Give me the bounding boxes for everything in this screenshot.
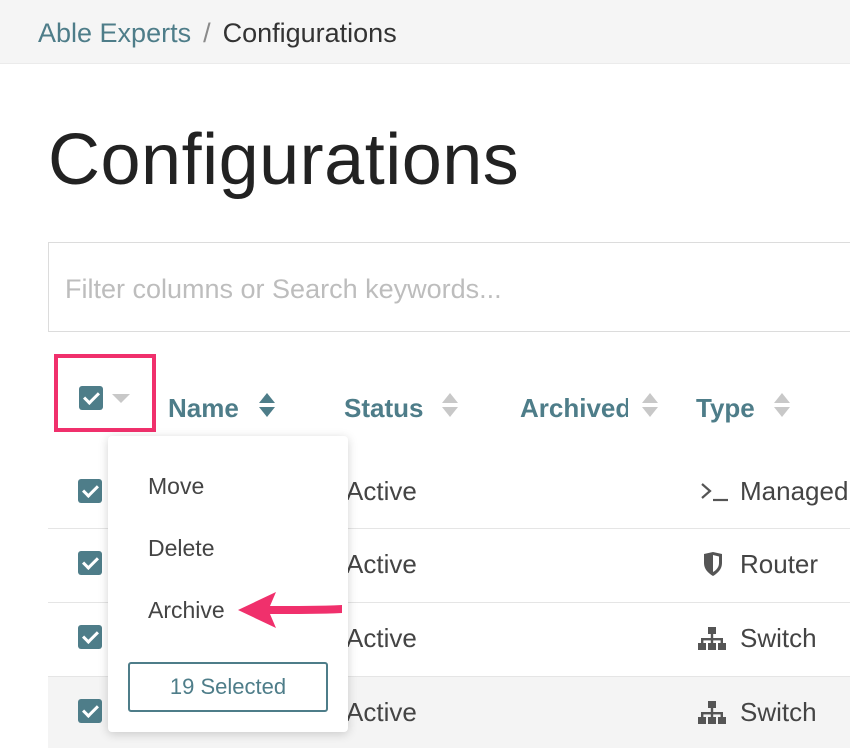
selected-count-button[interactable]: 19 Selected (128, 662, 328, 712)
menu-item-delete[interactable]: Delete (148, 534, 214, 562)
sort-icon[interactable] (441, 393, 459, 423)
chevron-down-icon[interactable] (112, 394, 130, 403)
row-status: Active (346, 697, 417, 727)
row-type: Managed (740, 476, 849, 506)
menu-item-archive[interactable]: Archive (148, 596, 225, 624)
network-icon (698, 701, 726, 730)
sort-icon[interactable] (641, 393, 659, 423)
row-type: Router (740, 549, 819, 579)
sort-icon[interactable] (258, 393, 276, 423)
row-status: Active (346, 623, 417, 653)
row-type: Switch (740, 623, 817, 653)
search-input[interactable] (65, 267, 850, 311)
row-checkbox[interactable] (78, 699, 102, 723)
row-checkbox[interactable] (78, 625, 102, 649)
terminal-icon (700, 481, 730, 508)
row-checkbox[interactable] (78, 551, 102, 575)
column-header-archived[interactable]: Archived (520, 392, 628, 424)
annotation-arrow-icon (238, 592, 342, 628)
breadcrumb-parent-link[interactable]: Able Experts (38, 18, 191, 48)
column-header-type[interactable]: Type (696, 392, 755, 424)
row-status: Active (346, 549, 417, 579)
search-box (48, 242, 850, 332)
shield-icon (702, 551, 724, 582)
breadcrumb: Able Experts / Configurations (38, 17, 397, 49)
page-title: Configurations (48, 120, 520, 200)
network-icon (698, 627, 726, 656)
menu-item-move[interactable]: Move (148, 472, 204, 500)
row-checkbox[interactable] (78, 479, 102, 503)
select-all-highlight (54, 354, 156, 432)
breadcrumb-separator: / (203, 18, 211, 48)
top-bar: Able Experts / Configurations (0, 0, 850, 64)
column-header-status[interactable]: Status (344, 392, 423, 424)
row-type: Switch (740, 697, 817, 727)
sort-icon[interactable] (773, 393, 791, 423)
row-status: Active (346, 476, 417, 506)
select-all-checkbox[interactable] (79, 386, 103, 410)
column-header-name[interactable]: Name (168, 392, 239, 424)
bulk-actions-menu: Move Delete Archive 19 Selected (108, 436, 348, 732)
breadcrumb-current: Configurations (222, 18, 397, 48)
